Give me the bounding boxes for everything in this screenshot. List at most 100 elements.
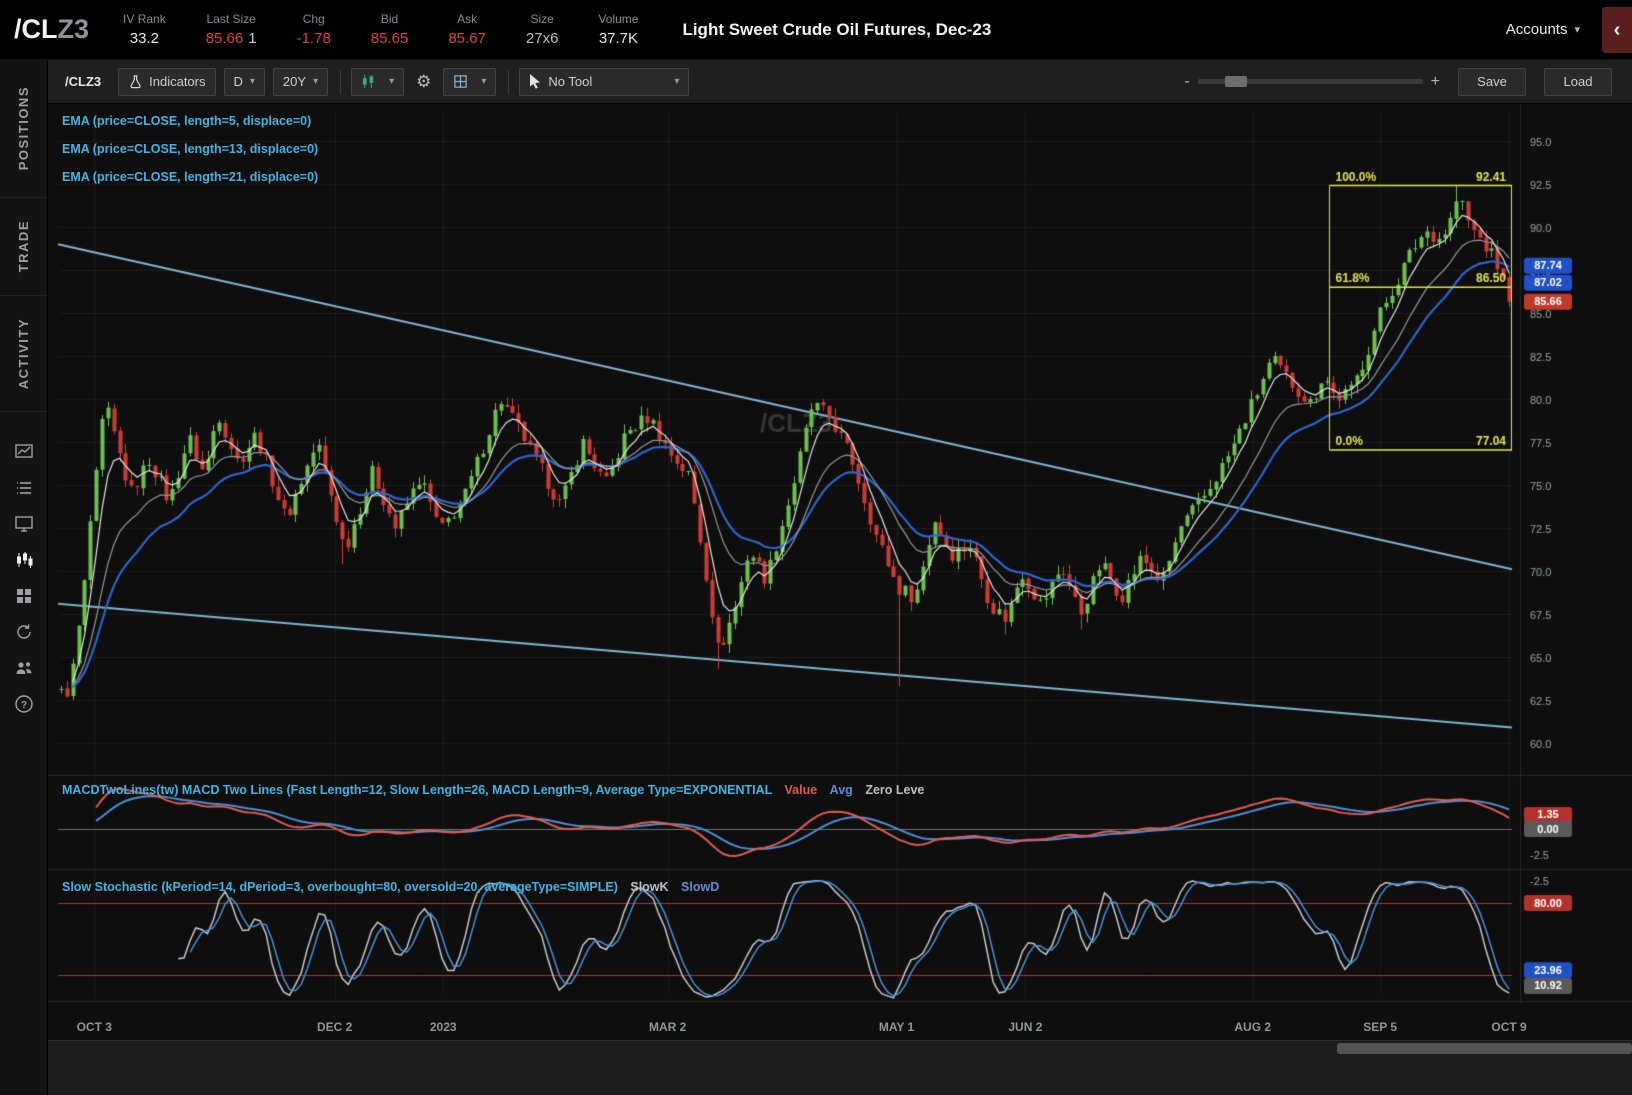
load-button[interactable]: Load [1544,68,1612,96]
chevron-down-icon: ▾ [1574,23,1580,36]
ema-13-study-label[interactable]: EMA (price=CLOSE, length=13, displace=0) [62,142,318,170]
people-icon[interactable] [0,650,48,686]
symbol-root: /CL [14,14,58,44]
range-dropdown[interactable]: 20Y ▾ [273,68,328,96]
time-axis-label: JUN 2 [1008,1020,1042,1034]
save-label: Save [1477,74,1507,89]
history-icon[interactable] [0,614,48,650]
header-stat-bid: Bid 85.65 [371,12,409,47]
time-axis-label: MAR 2 [649,1020,686,1034]
indicators-label: Indicators [149,74,205,89]
stat-value: 27x6 [526,30,559,47]
stoch-slowd-legend: SlowD [681,880,719,894]
time-axis-label: OCT 9 [1491,1020,1526,1034]
header-stat-last-size: Last Size85.661 [206,12,257,47]
macd-value-legend: Value [785,783,818,797]
zoom-slider[interactable] [1198,79,1423,84]
time-axis-label: SEP 5 [1363,1020,1397,1034]
cursor-icon [529,74,542,89]
chart-panel: /CLZ3 Indicators D ▾ 20Y ▾ ▾ [48,60,1632,1095]
sidebar-tab-trade[interactable]: TRADE [0,198,47,296]
stat-label: Ask [457,12,477,27]
save-button[interactable]: Save [1458,68,1526,96]
accounts-label: Accounts [1506,21,1568,38]
chevron-down-icon: ▾ [481,76,486,87]
time-axis: OCT 3DEC 22023MAR 2MAY 1JUN 2AUG 2SEP 5O… [48,1016,1632,1040]
collapse-chevron-icon: ‹ [1614,19,1621,42]
chart-style-dropdown[interactable]: ▾ [351,68,404,96]
header-stat-ask: Ask 85.67 [448,12,486,47]
gear-icon: ⚙ [416,72,431,92]
stat-label: Last Size [206,12,255,27]
indicators-button[interactable]: Indicators [118,68,215,96]
quote-stats: IV Rank 33.2 Last Size85.661 Chg -1.78 Bid 85.… [123,12,678,47]
header-stat-volume: Volume37.7K [598,12,638,47]
ema-21-study-label[interactable]: EMA (price=CLOSE, length=21, displace=0) [62,170,318,198]
flask-icon [128,74,143,89]
grid-layout-icon [453,74,468,89]
instrument-title: Light Sweet Crude Oil Futures, Dec-23 [682,20,991,40]
stat-label: Chg [303,12,325,27]
sidebar-icon-rail: ? [0,434,47,722]
accounts-menu[interactable]: Accounts ▾ [1506,21,1580,38]
tool-value: No Tool [548,74,592,89]
symbol-input[interactable]: /CLZ3 [56,68,110,96]
header-stat-iv-rank: IV Rank 33.2 [123,12,166,47]
scrollbar-thumb[interactable] [1337,1043,1632,1054]
stat-label: IV Rank [123,12,166,27]
grid-icon[interactable] [0,578,48,614]
list-icon[interactable] [0,470,48,506]
chevron-down-icon: ▾ [313,76,318,87]
symbol-month-code: Z3 [58,14,90,44]
zoom-out-button[interactable]: - [1176,73,1197,91]
range-value: 20Y [283,74,306,89]
trade-tab-label: TRADE [16,220,31,272]
chevron-down-icon: ▾ [389,76,394,87]
zoom-slider-thumb[interactable] [1225,76,1247,87]
left-sidebar: POSITIONS TRADE ACTIVITY [0,60,48,1095]
time-axis-label: OCT 3 [77,1020,112,1034]
svg-text:?: ? [20,700,26,711]
zoom-in-button[interactable]: + [1423,73,1448,91]
stat-value: 37.7K [599,30,638,47]
monitor-icon[interactable] [0,506,48,542]
help-icon[interactable]: ? [0,686,48,722]
macd-study-label[interactable]: MACDTwoLines(tw) MACD Two Lines (Fast Le… [62,783,924,797]
stat-label: Bid [381,12,398,27]
stat-label: Size [530,12,553,27]
load-label: Load [1564,74,1593,89]
main-layout: POSITIONS TRADE ACTIVITY [0,60,1632,1095]
ema-5-study-label[interactable]: EMA (price=CLOSE, length=5, displace=0) [62,114,318,142]
chart-icon[interactable] [0,434,48,470]
symbol-title: /CLZ3 [14,14,89,45]
header-stat-chg: Chg -1.78 [297,12,331,47]
stat-value: 85.65 [371,30,409,47]
stat-value: 33.2 [130,30,159,47]
candlestick-style-icon [361,74,376,89]
sidebar-tab-activity[interactable]: ACTIVITY [0,296,47,412]
sidebar-tab-positions[interactable]: POSITIONS [0,60,47,198]
positions-tab-label: POSITIONS [16,86,31,170]
header-stat-size: Size 27x6 [526,12,559,47]
candle-chart-icon[interactable] [0,542,48,578]
timeframe-value: D [234,74,243,89]
zoom-controls: - + Save Load [1176,68,1620,96]
time-axis-label: 2023 [430,1020,457,1034]
timeframe-dropdown[interactable]: D ▾ [224,68,265,96]
bottom-strip [48,1056,1632,1095]
chevron-down-icon: ▾ [674,76,679,87]
ema-study-labels: EMA (price=CLOSE, length=5, displace=0) … [62,114,318,198]
settings-button[interactable]: ⚙ [412,68,435,96]
stat-value: 85.67 [448,30,486,47]
stat-value: -1.78 [297,30,331,47]
stoch-title-text: Slow Stochastic (kPeriod=14, dPeriod=3, … [62,880,618,894]
collapse-panel-button[interactable]: ‹ [1602,7,1632,53]
app-header: /CLZ3 IV Rank 33.2 Last Size85.661 Chg -1.78… [0,0,1632,60]
chevron-down-icon: ▾ [250,76,255,87]
time-axis-label: MAY 1 [879,1020,914,1034]
grid-layout-dropdown[interactable]: ▾ [443,68,496,96]
horizontal-scrollbar[interactable] [48,1040,1632,1056]
drawing-tool-dropdown[interactable]: No Tool ▾ [519,68,689,96]
time-axis-label: AUG 2 [1234,1020,1271,1034]
stochastic-study-label[interactable]: Slow Stochastic (kPeriod=14, dPeriod=3, … [62,880,719,894]
